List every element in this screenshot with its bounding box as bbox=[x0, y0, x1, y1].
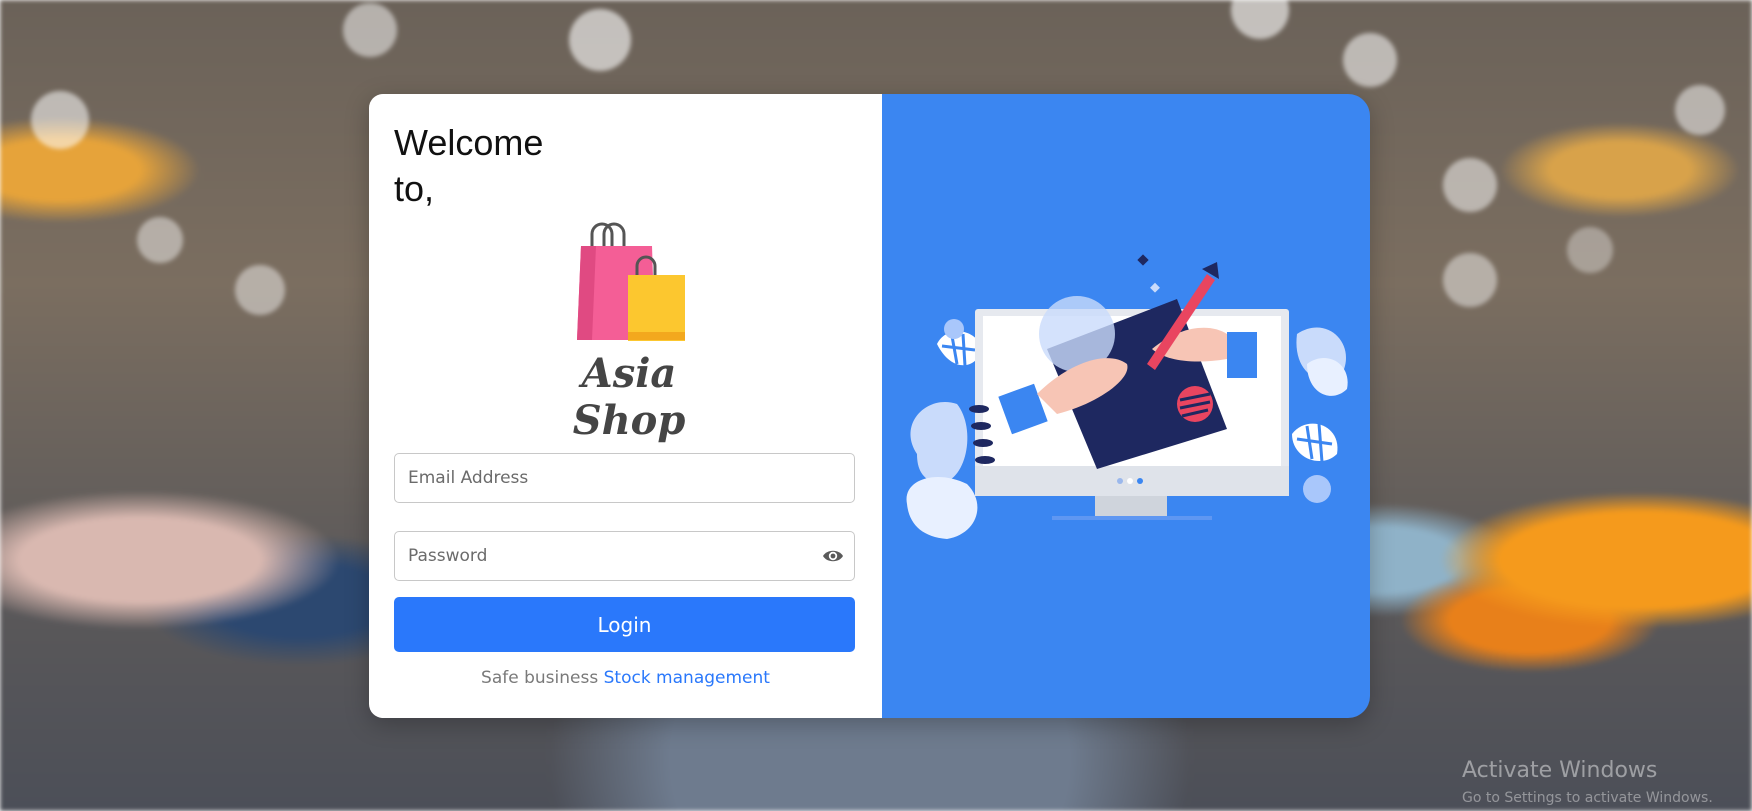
welcome-heading: Welcome to, bbox=[394, 120, 574, 212]
welcome-line-2: to, bbox=[394, 168, 435, 209]
brand-logo: Asia Shop bbox=[534, 220, 724, 444]
activate-windows-title: Activate Windows bbox=[1462, 758, 1658, 783]
eye-icon[interactable] bbox=[822, 546, 844, 566]
brand-name: Asia Shop bbox=[572, 350, 686, 444]
stock-management-link[interactable]: Stock management bbox=[604, 668, 770, 688]
email-input[interactable] bbox=[394, 453, 855, 503]
activate-windows-subtitle: Go to Settings to activate Windows. bbox=[1462, 790, 1713, 806]
shopping-bags-icon bbox=[577, 222, 685, 341]
password-input[interactable] bbox=[394, 531, 855, 581]
footer-text: Safe business bbox=[481, 668, 599, 688]
welcome-line-1: Welcome bbox=[394, 122, 544, 163]
login-card: Welcome to, Asia Shop Email Address Logi… bbox=[369, 94, 1370, 718]
login-button[interactable]: Login bbox=[394, 597, 855, 652]
illustration-panel bbox=[882, 94, 1370, 718]
login-panel: Welcome to, Asia Shop Email Address Logi… bbox=[369, 94, 882, 718]
computer-drawing-illustration bbox=[906, 254, 1348, 539]
footer-tagline: Safe business Stock management bbox=[369, 668, 882, 688]
